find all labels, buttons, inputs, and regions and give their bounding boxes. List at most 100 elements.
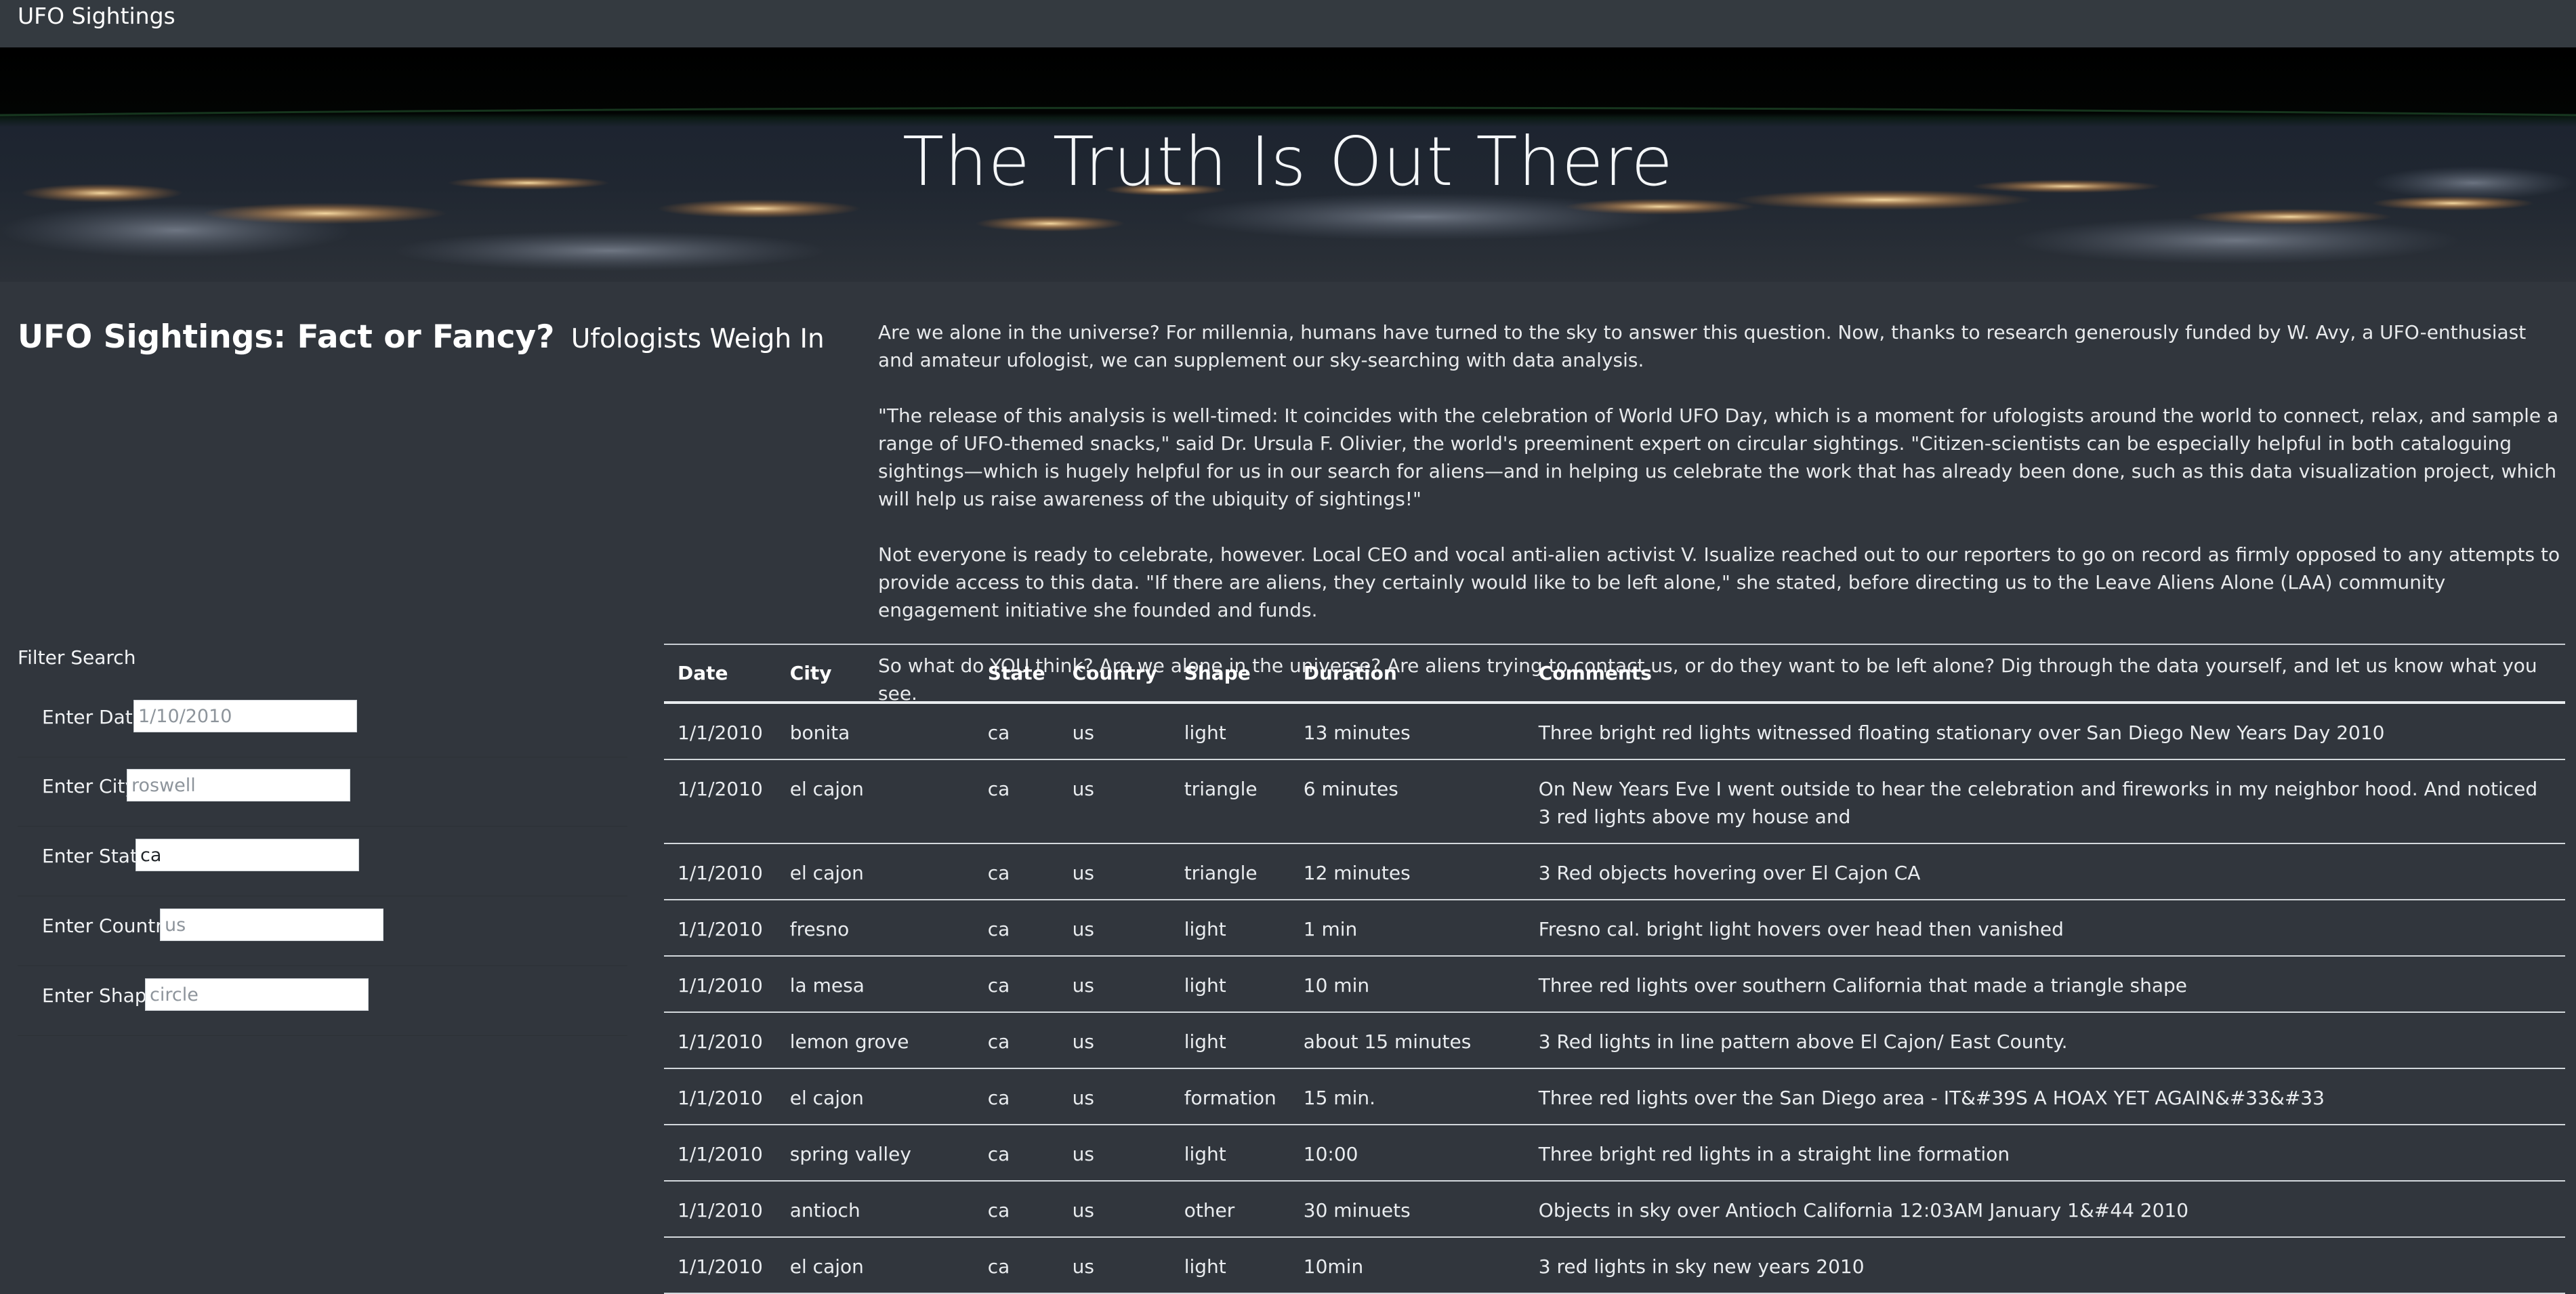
cell-duration: 13 minutes [1303, 722, 1411, 744]
cell-date: 1/1/2010 [678, 1199, 763, 1222]
cell-comments: Three red lights over southern Californi… [1538, 974, 2188, 997]
cell-country: us [1072, 918, 1094, 940]
filter-date: Enter Date [18, 690, 627, 757]
cell-country: us [1072, 1030, 1094, 1053]
cell-city: el cajon [789, 778, 864, 800]
hero-title: The Truth Is Out There [902, 122, 1674, 201]
cell-comments: On New Years Eve I went outside to hear … [1538, 778, 2538, 828]
state-label: Enter State [42, 845, 150, 867]
cell-comments: 3 Red lights in line pattern above El Ca… [1538, 1030, 2068, 1053]
cell-country: us [1072, 1087, 1094, 1109]
cell-city: lemon grove [789, 1030, 909, 1053]
cell-shape: light [1184, 722, 1226, 744]
table-row: 1/1/2010 spring valley ca us light 10:00… [664, 1125, 2565, 1181]
header-country: Country [1072, 662, 1157, 684]
cell-state: ca [987, 918, 1010, 940]
cell-comments: Three red lights over the San Diego area… [1538, 1087, 2325, 1109]
cell-state: ca [987, 1143, 1010, 1165]
filter-country: Enter Country [18, 898, 627, 966]
cell-duration: 12 minutes [1303, 862, 1411, 884]
cell-state: ca [987, 1087, 1010, 1109]
cell-shape: light [1184, 974, 1226, 997]
header-comments: Comments [1538, 662, 1652, 684]
state-input[interactable] [136, 839, 359, 871]
city-label: Enter City [42, 775, 136, 797]
header-state: State [987, 662, 1045, 684]
cell-date: 1/1/2010 [678, 862, 763, 884]
cell-shape: light [1184, 1255, 1226, 1278]
cell-duration: 30 minuets [1303, 1199, 1411, 1222]
filter-city: Enter City [18, 759, 627, 827]
cell-comments: Three bright red lights witnessed floati… [1538, 722, 2385, 744]
cell-duration: about 15 minutes [1303, 1030, 1472, 1053]
article-subtitle: Ufologists Weigh In [570, 324, 825, 354]
cell-country: us [1072, 974, 1094, 997]
cell-city: el cajon [789, 1255, 864, 1278]
article-title: UFO Sightings: Fact or Fancy? [18, 318, 555, 356]
cell-city: la mesa [789, 974, 865, 997]
cell-country: us [1072, 778, 1094, 800]
filter-state: Enter State [18, 829, 627, 896]
ufo-table: Date City State Country Shape Duration C… [664, 644, 2565, 1294]
city-input[interactable] [127, 769, 350, 801]
cell-duration: 10min [1303, 1255, 1364, 1278]
article-paragraph: "The release of this analysis is well-ti… [878, 404, 2559, 510]
cell-state: ca [987, 862, 1010, 884]
cell-duration: 1 min [1303, 918, 1358, 940]
cell-city: spring valley [789, 1143, 911, 1165]
table-row: 1/1/2010 el cajon ca us triangle 6 minut… [664, 759, 2565, 843]
cell-country: us [1072, 1255, 1094, 1278]
cell-city: el cajon [789, 862, 864, 884]
country-input[interactable] [160, 909, 383, 941]
cell-date: 1/1/2010 [678, 1087, 763, 1109]
ufo-table-container: Date City State Country Shape Duration C… [664, 644, 2565, 1294]
article-paragraph: Not everyone is ready to celebrate, howe… [878, 543, 2560, 621]
table-row: 1/1/2010 la mesa ca us light 10 min Thre… [664, 956, 2565, 1012]
header-city: City [789, 662, 832, 684]
article-heading: UFO Sightings: Fact or Fancy? Ufologists… [18, 318, 825, 356]
cell-country: us [1072, 862, 1094, 884]
table-row: 1/1/2010 lemon grove ca us light about 1… [664, 1012, 2565, 1068]
cell-date: 1/1/2010 [678, 918, 763, 940]
cell-duration: 15 min. [1303, 1087, 1376, 1109]
cell-state: ca [987, 1255, 1010, 1278]
cell-country: us [1072, 722, 1094, 744]
cell-state: ca [987, 1030, 1010, 1053]
cell-city: bonita [789, 722, 850, 744]
navbar: UFO Sightings [0, 0, 2576, 47]
cell-comments: 3 red lights in sky new years 2010 [1538, 1255, 1865, 1278]
cell-shape: formation [1184, 1087, 1276, 1109]
cell-state: ca [987, 1199, 1010, 1222]
shape-label: Enter Shape [42, 984, 159, 1007]
country-label: Enter Country [42, 915, 175, 937]
cell-shape: light [1184, 918, 1226, 940]
table-header-row: Date City State Country Shape Duration C… [664, 644, 2565, 703]
table-row: 1/1/2010 bonita ca us light 13 minutes T… [664, 703, 2565, 759]
cell-date: 1/1/2010 [678, 1255, 763, 1278]
cell-shape: light [1184, 1143, 1226, 1165]
table-row: 1/1/2010 antioch ca us other 30 minuets … [664, 1181, 2565, 1237]
cell-city: fresno [789, 918, 850, 940]
shape-input[interactable] [145, 978, 369, 1011]
cell-comments: Fresno cal. bright light hovers over hea… [1538, 918, 2064, 940]
filter-search-title: Filter Search [18, 646, 136, 669]
table-row: 1/1/2010 el cajon ca us triangle 12 minu… [664, 843, 2565, 900]
navbar-brand[interactable]: UFO Sightings [18, 0, 175, 33]
table-body: 1/1/2010 bonita ca us light 13 minutes T… [664, 703, 2565, 1293]
cell-date: 1/1/2010 [678, 778, 763, 800]
cell-state: ca [987, 722, 1010, 744]
cell-duration: 10 min [1303, 974, 1370, 997]
hero-banner: The Truth Is Out There [0, 47, 2576, 282]
header-shape: Shape [1184, 662, 1251, 684]
cell-state: ca [987, 778, 1010, 800]
filter-shape: Enter Shape [18, 968, 627, 1036]
table-row: 1/1/2010 el cajon ca us formation 15 min… [664, 1068, 2565, 1125]
cell-shape: triangle [1184, 862, 1258, 884]
cell-date: 1/1/2010 [678, 974, 763, 997]
header-duration: Duration [1303, 662, 1397, 684]
cell-duration: 6 minutes [1303, 778, 1398, 800]
cell-duration: 10:00 [1303, 1143, 1358, 1165]
cell-country: us [1072, 1143, 1094, 1165]
header-date: Date [678, 662, 728, 684]
date-input[interactable] [133, 700, 357, 732]
